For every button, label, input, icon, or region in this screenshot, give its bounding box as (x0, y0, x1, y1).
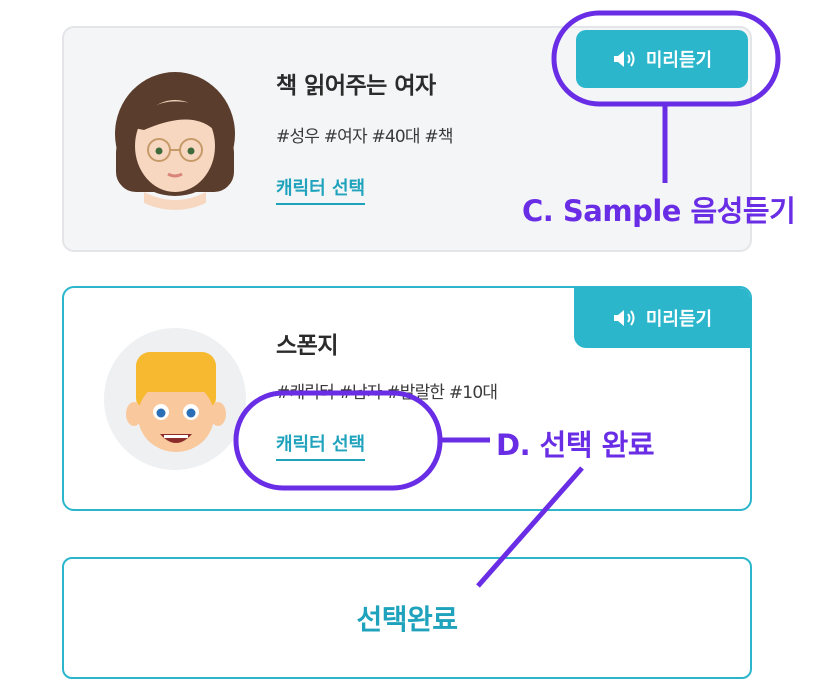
preview-label: 미리듣기 (645, 309, 713, 330)
woman-glasses-avatar-icon (115, 72, 235, 210)
preview-button[interactable]: 미리듣기 (574, 288, 750, 348)
character-tags: #성우 #여자 #40대 #책 (276, 127, 453, 147)
select-character-link[interactable]: 캐릭터 선택 (276, 430, 366, 461)
preview-button[interactable]: 미리듣기 (576, 30, 748, 88)
annotation-d-label: D. 선택 완료 (496, 428, 655, 462)
speaker-icon (613, 310, 635, 326)
character-name: 책 읽어주는 여자 (276, 73, 436, 99)
character-name: 스폰지 (276, 333, 338, 359)
annotation-c-label: C. Sample 음성듣기 (522, 194, 796, 228)
select-character-link[interactable]: 캐릭터 선택 (276, 174, 366, 205)
selection-complete-button[interactable]: 선택완료 (62, 557, 752, 679)
speaker-icon (613, 51, 635, 67)
character-tags: #캐릭터 #남자 #발랄한 #10대 (276, 383, 498, 403)
preview-label: 미리듣기 (645, 50, 713, 71)
boy-cartoon-avatar-icon (104, 328, 246, 470)
character-card-2[interactable]: 스폰지 #캐릭터 #남자 #발랄한 #10대 캐릭터 선택 미리듣기 (62, 286, 752, 511)
